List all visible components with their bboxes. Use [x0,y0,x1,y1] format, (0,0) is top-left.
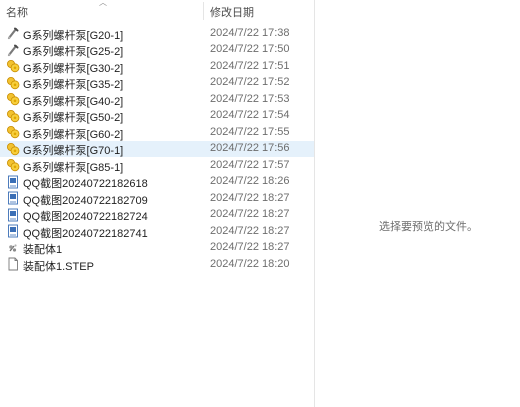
file-name: G系列螺杆泵[G85-1] [23,161,124,174]
file-row[interactable]: 装配体1 2024/7/22 18:27 [0,240,314,256]
column-divider[interactable] [203,2,204,20]
file-name: G系列螺杆泵[G20-1] [23,29,124,42]
file-name: QQ截图20240722182618 [23,178,148,190]
file-modified-date: 2024/7/22 18:27 [210,208,290,220]
preview-message: 选择要预览的文件。 [379,221,478,233]
column-modified-header[interactable]: 修改日期 [210,4,254,20]
assembly-file-icon [6,142,20,156]
file-modified-date: 2024/7/22 17:55 [210,125,290,138]
file-row[interactable]: G系列螺杆泵[G70-1] 2024/7/22 17:56 [0,140,314,157]
assembly-file-icon [6,76,20,90]
assembly-file-icon [6,59,20,73]
file-row[interactable]: QQ截图20240722182724 2024/7/22 18:27 [0,207,314,223]
sort-up-icon: ︿ [99,0,107,7]
column-name-header[interactable]: 名称 [6,4,28,20]
file-modified-date: 2024/7/22 18:27 [210,241,290,253]
file-row[interactable]: QQ截图20240722182741 2024/7/22 18:27 [0,223,314,240]
file-modified-date: 2024/7/22 17:50 [210,43,290,55]
file-name: G系列螺杆泵[G60-2] [23,128,124,141]
file-name: QQ截图20240722182724 [23,211,148,223]
file-name: QQ截图20240722182741 [23,227,148,240]
image-file-icon [6,175,20,189]
file-list: G系列螺杆泵[G20-1] 2024/7/22 17:38 G系列螺杆泵[G25-2… [0,25,314,273]
file-name: QQ截图20240722182709 [23,194,148,207]
file-name: G系列螺杆泵[G70-1] [23,145,124,157]
file-row[interactable]: QQ截图20240722182709 2024/7/22 18:27 [0,190,314,207]
file-name: 装配体1.STEP [23,260,94,273]
file-row[interactable]: G系列螺杆泵[G25-2] 2024/7/22 17:50 [0,42,314,58]
file-row[interactable]: G系列螺杆泵[G30-2] 2024/7/22 17:51 [0,58,314,75]
file-modified-date: 2024/7/22 17:38 [210,26,290,39]
assembly-file-icon [6,158,20,172]
part-file-icon [6,26,20,40]
image-file-icon [6,208,20,222]
file-name: G系列螺杆泵[G40-2] [23,95,124,108]
file-row[interactable]: G系列螺杆泵[G35-2] 2024/7/22 17:52 [0,75,314,91]
file-modified-date: 2024/7/22 18:27 [210,224,290,237]
file-modified-date: 2024/7/22 17:53 [210,92,290,105]
file-modified-date: 2024/7/22 17:54 [210,109,290,121]
image-file-icon [6,224,20,238]
file-name: G系列螺杆泵[G35-2] [23,79,124,91]
file-modified-date: 2024/7/22 17:52 [210,76,290,88]
preview-pane: 选择要预览的文件。 [315,0,520,407]
file-row[interactable]: G系列螺杆泵[G50-2] 2024/7/22 17:54 [0,108,314,124]
file-list-pane: 名称 ︿ 修改日期 G系列螺杆泵[G20-1] 2024/7/22 17:38 G系… [0,0,314,407]
file-row[interactable]: G系列螺杆泵[G40-2] 2024/7/22 17:53 [0,91,314,108]
file-row[interactable]: QQ截图20240722182618 2024/7/22 18:26 [0,174,314,190]
file-row[interactable]: G系列螺杆泵[G60-2] 2024/7/22 17:55 [0,124,314,141]
blank-file-icon [6,257,20,271]
file-row[interactable]: G系列螺杆泵[G85-1] 2024/7/22 17:57 [0,157,314,174]
file-modified-date: 2024/7/22 18:27 [210,191,290,204]
part-file-icon [6,43,20,57]
file-row[interactable]: 装配体1.STEP 2024/7/22 18:20 [0,256,314,273]
column-header: 名称 ︿ 修改日期 [0,0,314,22]
file-modified-date: 2024/7/22 18:20 [210,257,290,270]
file-modified-date: 2024/7/22 18:26 [210,175,290,187]
file-name: G系列螺杆泵[G25-2] [23,46,124,58]
image-file-icon [6,191,20,205]
file-row[interactable]: G系列螺杆泵[G20-1] 2024/7/22 17:38 [0,25,314,42]
file-name: G系列螺杆泵[G50-2] [23,112,124,124]
assembly-file-icon [6,109,20,123]
file-modified-date: 2024/7/22 17:56 [210,142,290,154]
file-name: G系列螺杆泵[G30-2] [23,62,124,75]
file-modified-date: 2024/7/22 17:57 [210,158,290,171]
assembly-file-icon [6,125,20,139]
assembly-file-icon [6,92,20,106]
file-name: 装配体1 [23,244,63,256]
file-modified-date: 2024/7/22 17:51 [210,59,290,72]
assembly-doc-icon [6,241,20,255]
